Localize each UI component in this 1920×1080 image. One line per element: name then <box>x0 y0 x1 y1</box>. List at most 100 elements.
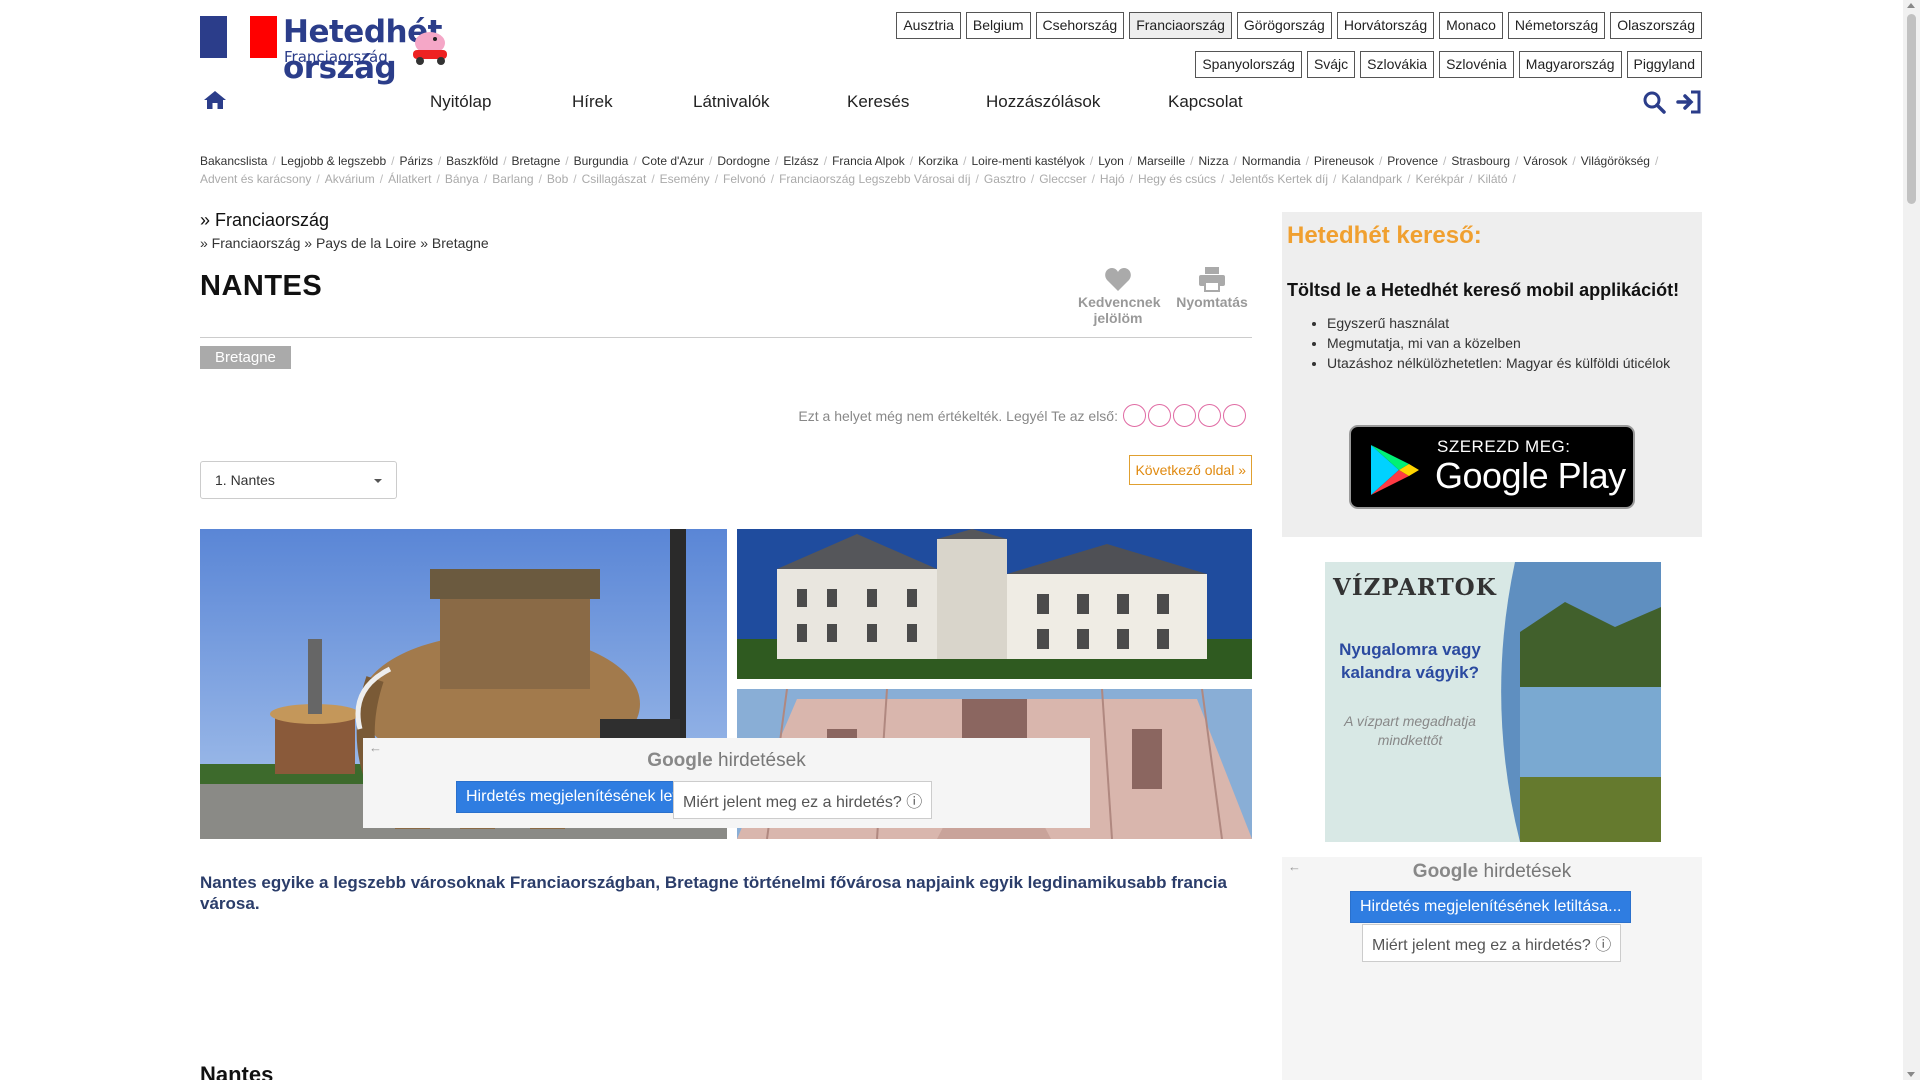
tag-link[interactable]: Kalandpark <box>1341 172 1402 186</box>
rating-star-5[interactable] <box>1223 404 1246 427</box>
rating-star-2[interactable] <box>1148 404 1171 427</box>
why-ad-button[interactable]: Miért jelent meg ez a hirdetés? ⓘ <box>673 781 933 819</box>
tag-separator: / <box>1129 172 1133 186</box>
next-page-button[interactable]: Következő oldal » <box>1129 455 1252 485</box>
search-icon[interactable] <box>1642 90 1666 114</box>
tag-link[interactable]: Hajó <box>1100 172 1125 186</box>
scroll-up-arrow[interactable] <box>1907 3 1915 8</box>
breadcrumb[interactable]: » Franciaország » Pays de la Loire » Bre… <box>200 235 1252 251</box>
tag-link[interactable]: Városok <box>1523 154 1567 168</box>
tag-separator: / <box>379 172 384 186</box>
tag-link[interactable]: Hegy és csúcs <box>1138 172 1216 186</box>
tag-link[interactable]: Provence <box>1387 154 1438 168</box>
country-link[interactable]: Magyarország <box>1518 51 1622 78</box>
nav-item[interactable]: Hírek <box>572 92 613 112</box>
country-links: Ausztria Belgium Csehország Franciaország Gö… <box>822 12 1702 78</box>
country-link[interactable]: Monaco <box>1439 12 1503 39</box>
tag-link[interactable]: Normandia <box>1242 154 1301 168</box>
nav-item[interactable]: Kapcsolat <box>1168 92 1243 112</box>
tag-link[interactable]: Legjobb & legszebb <box>281 154 386 168</box>
tag-link[interactable]: Bánya <box>445 172 479 186</box>
tag-link[interactable]: Korzika <box>918 154 958 168</box>
photo-castle[interactable] <box>737 529 1252 679</box>
tag-link[interactable]: Pireneusok <box>1314 154 1374 168</box>
tag-link[interactable]: Advent és karácsony <box>200 172 311 186</box>
tag-link[interactable]: Burgundia <box>574 154 629 168</box>
tag-link[interactable]: Gasztro <box>984 172 1026 186</box>
tag-link[interactable]: Cote d'Azur <box>642 154 704 168</box>
home-icon[interactable] <box>203 90 227 110</box>
waterside-banner-ad[interactable]: VÍZPARTOK Nyugalomra vagy kalandra vágyi… <box>1325 562 1661 842</box>
vertical-scrollbar[interactable] <box>1903 0 1920 1080</box>
site-logo[interactable]: Hetedhét ország Franciaország <box>200 14 540 86</box>
country-link[interactable]: Olaszország <box>1610 12 1702 39</box>
scroll-thumb[interactable] <box>1907 14 1916 204</box>
tag-link[interactable]: Kilátó <box>1477 172 1507 186</box>
login-icon[interactable] <box>1676 90 1702 114</box>
country-link[interactable]: Spanyolország <box>1195 51 1302 78</box>
tag-link[interactable]: Dordogne <box>717 154 770 168</box>
tag-link[interactable]: Loire-menti kastélyok <box>971 154 1084 168</box>
tag-link[interactable]: Gleccser <box>1039 172 1086 186</box>
breadcrumb-top[interactable]: » Franciaország <box>200 210 1252 231</box>
tag-link[interactable]: Elzász <box>783 154 818 168</box>
tag-link[interactable]: Barlang <box>492 172 533 186</box>
tag-link[interactable]: Akvárium <box>325 172 375 186</box>
intro-text: Nantes egyike a legszebb városoknak Fran… <box>200 873 1227 913</box>
country-link[interactable]: Belgium <box>965 12 1031 39</box>
tag-link[interactable]: Bretagne <box>512 154 561 168</box>
tag-link[interactable]: Párizs <box>399 154 432 168</box>
tag-row-primary: Bakancslista / Legjobb & legszebb / Párizs / B… <box>200 154 1663 168</box>
tag-separator: / <box>1233 154 1237 168</box>
google-play-button[interactable]: SZEREZD MEG: Google Play <box>1349 425 1635 509</box>
country-link[interactable]: Piggyland <box>1626 51 1702 78</box>
rating-star-4[interactable] <box>1198 404 1221 427</box>
country-link[interactable]: Szlovénia <box>1439 51 1514 78</box>
sidebar-ad: ← Google hirdetések Hirdetés megjeleníté… <box>1282 857 1702 1080</box>
country-link[interactable]: Görögország <box>1236 12 1332 39</box>
favorite-button[interactable]: Kedvencnek jelölöm <box>1078 266 1160 326</box>
tag-link[interactable]: Franciaország Legszebb Városai díj <box>779 172 970 186</box>
tag-link[interactable]: Állatkert <box>388 172 431 186</box>
tag-link[interactable]: Francia Alpok <box>832 154 905 168</box>
nav-item[interactable]: Nyitólap <box>430 92 491 112</box>
tag-link[interactable]: Világörökség <box>1581 154 1650 168</box>
tag-link[interactable]: Csillagászat <box>582 172 647 186</box>
why-ad-button[interactable]: Miért jelent meg ez a hirdetés? ⓘ <box>1362 924 1622 962</box>
tag-link[interactable]: Nizza <box>1199 154 1229 168</box>
tag-link[interactable]: Marseille <box>1137 154 1185 168</box>
tag-link[interactable]: Felvonó <box>723 172 766 186</box>
print-button[interactable]: Nyomtatás <box>1172 266 1252 326</box>
country-link[interactable]: Horvátország <box>1336 12 1435 39</box>
region-badge[interactable]: Bretagne <box>200 346 291 369</box>
tag-link[interactable]: Bakancslista <box>200 154 267 168</box>
tag-link[interactable]: Bob <box>547 172 568 186</box>
page-select[interactable]: 1. Nantes <box>200 461 397 499</box>
tag-link[interactable]: Kerékpár <box>1415 172 1464 186</box>
tag-link[interactable]: Lyon <box>1098 154 1124 168</box>
country-link[interactable]: Franciaország <box>1129 12 1232 39</box>
tag-separator: / <box>708 154 713 168</box>
nav-item[interactable]: Látnivalók <box>693 92 770 112</box>
tag-link[interactable]: Esemény <box>660 172 710 186</box>
main-navigation: Nyitólap Hírek Látnivalók Keresés Hozzászólá… <box>200 86 1702 116</box>
country-link[interactable]: Svájc <box>1306 51 1356 78</box>
tag-link[interactable]: Strasbourg <box>1451 154 1510 168</box>
tag-separator: / <box>483 172 488 186</box>
banner-title: VÍZPARTOK <box>1333 574 1497 601</box>
stop-ad-button[interactable]: Hirdetés megjelenítésének letiltása... <box>1350 891 1632 923</box>
country-link[interactable]: Csehország <box>1035 12 1125 39</box>
rating-star-3[interactable] <box>1173 404 1196 427</box>
tag-link[interactable]: Baszkföld <box>446 154 498 168</box>
tag-link[interactable]: Jelentős Kertek díj <box>1229 172 1328 186</box>
scroll-down-arrow[interactable] <box>1907 1072 1915 1077</box>
nav-item[interactable]: Hozzászólások <box>986 92 1100 112</box>
tag-separator: / <box>272 154 276 168</box>
nav-item[interactable]: Keresés <box>847 92 909 112</box>
rating-star-1[interactable] <box>1123 404 1146 427</box>
tag-separator: / <box>1305 154 1309 168</box>
country-link[interactable]: Szlovákia <box>1360 51 1435 78</box>
tag-separator: / <box>909 154 914 168</box>
country-link[interactable]: Németország <box>1507 12 1606 39</box>
country-link[interactable]: Ausztria <box>896 12 961 39</box>
